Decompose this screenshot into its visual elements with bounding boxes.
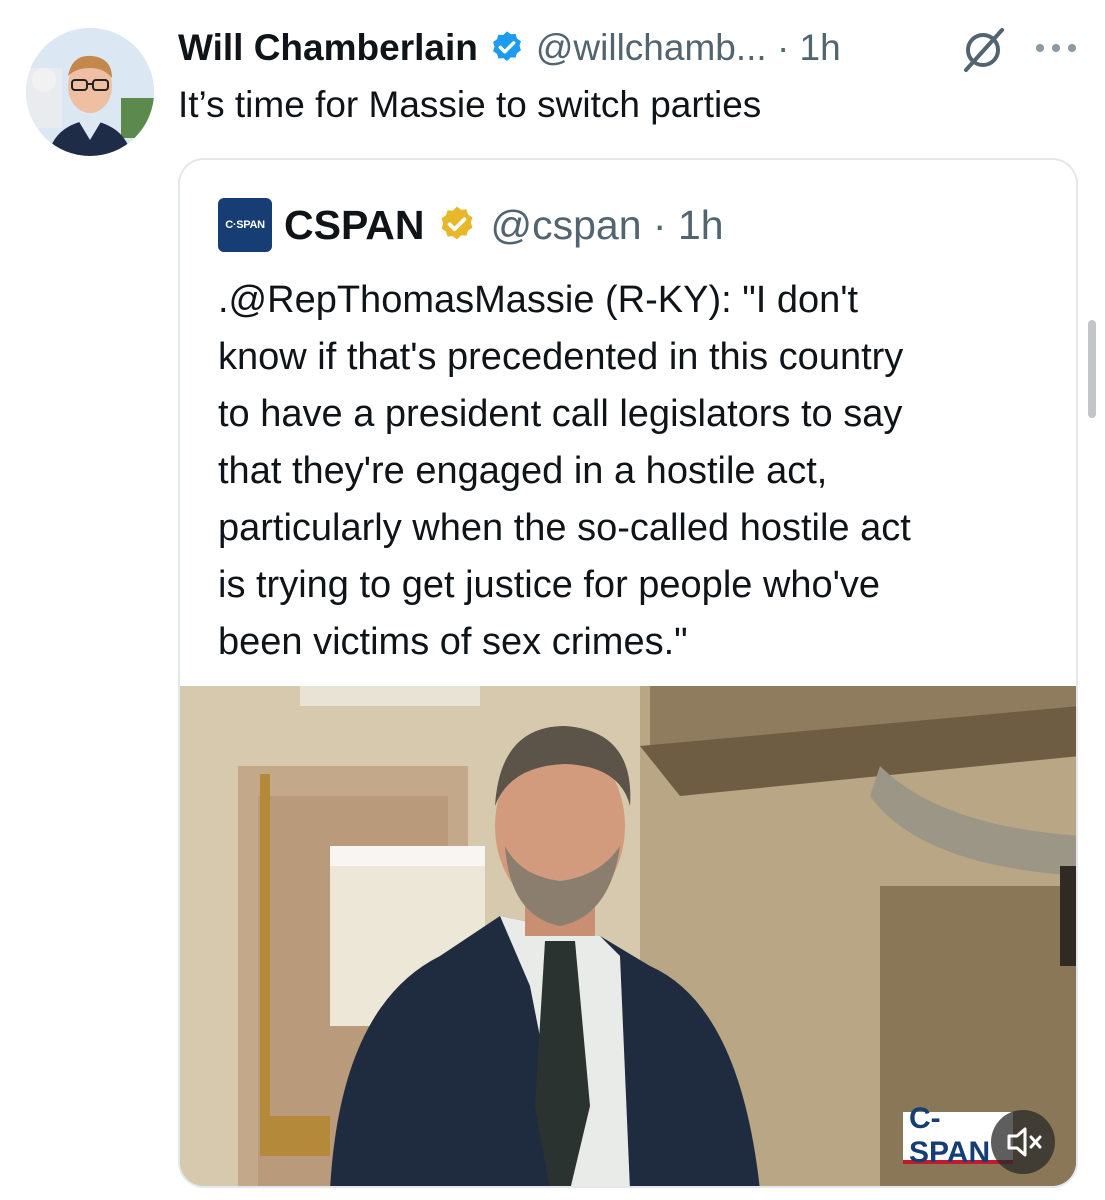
muted-speaker-icon [1007, 1127, 1042, 1157]
cspan-logo[interactable]: C·SPAN [218, 198, 272, 252]
quote-line: that they're engaged in a hostile act, [218, 450, 828, 492]
quote-line: is trying to get justice for people who'… [218, 564, 881, 606]
quoted-tweet-header: C·SPAN CSPAN @cspan · 1h [218, 198, 724, 252]
quote-line: know if that's precedented in this count… [218, 336, 904, 378]
quoted-tweet-text: .@RepThomasMassie (R-KY): "I don't know … [218, 272, 1058, 671]
video-player[interactable]: C-SPAN [180, 686, 1076, 1186]
avatar-image [26, 28, 154, 156]
verified-badge-icon [492, 31, 521, 61]
quote-line: to have a president call legislators to … [218, 393, 903, 435]
author-avatar[interactable] [26, 28, 154, 156]
scrollbar[interactable] [1088, 320, 1096, 418]
quoted-tweet[interactable]: C·SPAN CSPAN @cspan · 1h .@RepThomasMass… [178, 158, 1078, 1188]
quoted-author-name[interactable]: CSPAN [284, 202, 424, 249]
mute-button[interactable] [991, 1110, 1055, 1174]
author-handle-time[interactable]: @willchamb... · 1h [536, 27, 841, 69]
quoted-handle-time[interactable]: @cspan · 1h [490, 202, 723, 249]
quote-line: been victims of sex crimes." [218, 621, 688, 663]
tweet-text: It’s time for Massie to switch parties [178, 84, 762, 125]
more-icon[interactable] [1034, 42, 1078, 54]
author-name[interactable]: Will Chamberlain [178, 27, 478, 69]
quote-line: .@RepThomasMassie (R-KY): "I don't [218, 279, 859, 321]
gold-verified-badge-icon [442, 206, 473, 240]
tweet-header: Will Chamberlain @willchamb... · 1h [178, 24, 841, 72]
quote-line: particularly when the so-called hostile … [218, 507, 911, 549]
grok-icon[interactable] [958, 26, 1008, 74]
